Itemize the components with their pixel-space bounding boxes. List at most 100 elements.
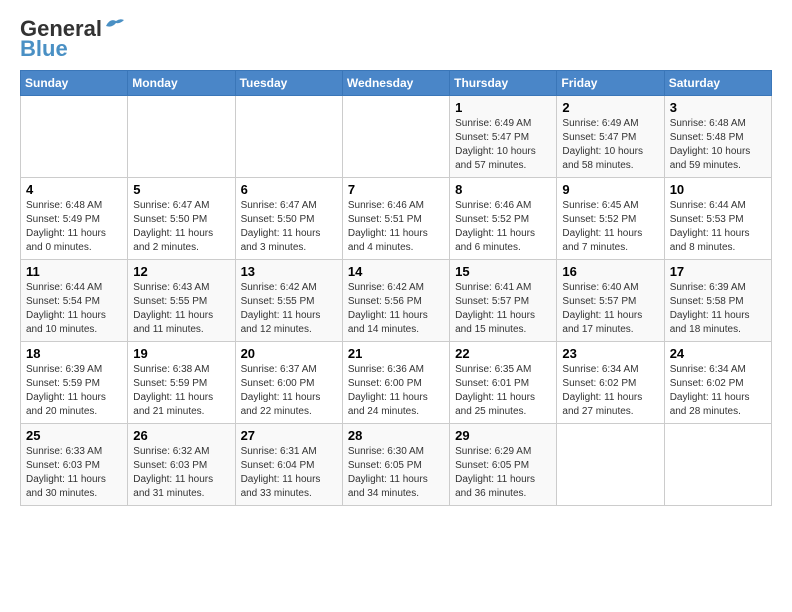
day-info: Sunrise: 6:46 AM Sunset: 5:51 PM Dayligh… (348, 199, 444, 255)
week-row-5: 25 Sunrise: 6:33 AM Sunset: 6:03 PM Dayli… (21, 424, 772, 506)
day-info: Sunrise: 6:39 AM Sunset: 5:58 PM Dayligh… (670, 281, 766, 337)
day-number: 13 (241, 264, 337, 279)
day-cell: 26 Sunrise: 6:32 AM Sunset: 6:03 PM Dayli… (128, 424, 235, 506)
day-info: Sunrise: 6:32 AM Sunset: 6:03 PM Dayligh… (133, 445, 229, 501)
day-cell: 11 Sunrise: 6:44 AM Sunset: 5:54 PM Dayli… (21, 260, 128, 342)
day-info: Sunrise: 6:47 AM Sunset: 5:50 PM Dayligh… (133, 199, 229, 255)
header-cell-sunday: Sunday (21, 71, 128, 96)
day-cell (235, 96, 342, 178)
day-cell: 23 Sunrise: 6:34 AM Sunset: 6:02 PM Dayli… (557, 342, 664, 424)
day-cell (557, 424, 664, 506)
day-number: 28 (348, 428, 444, 443)
day-cell: 1 Sunrise: 6:49 AM Sunset: 5:47 PM Daylig… (450, 96, 557, 178)
header-cell-monday: Monday (128, 71, 235, 96)
calendar-table: SundayMondayTuesdayWednesdayThursdayFrid… (20, 70, 772, 506)
day-cell: 5 Sunrise: 6:47 AM Sunset: 5:50 PM Daylig… (128, 178, 235, 260)
day-number: 8 (455, 182, 551, 197)
day-number: 10 (670, 182, 766, 197)
day-info: Sunrise: 6:48 AM Sunset: 5:49 PM Dayligh… (26, 199, 122, 255)
day-cell: 19 Sunrise: 6:38 AM Sunset: 5:59 PM Dayli… (128, 342, 235, 424)
day-cell: 10Sunrise: 6:44 AM Sunset: 5:53 PM Dayli… (664, 178, 771, 260)
day-info: Sunrise: 6:42 AM Sunset: 5:55 PM Dayligh… (241, 281, 337, 337)
header-row: SundayMondayTuesdayWednesdayThursdayFrid… (21, 71, 772, 96)
day-number: 27 (241, 428, 337, 443)
day-cell: 24Sunrise: 6:34 AM Sunset: 6:02 PM Dayli… (664, 342, 771, 424)
day-cell (664, 424, 771, 506)
calendar-header: SundayMondayTuesdayWednesdayThursdayFrid… (21, 71, 772, 96)
day-info: Sunrise: 6:40 AM Sunset: 5:57 PM Dayligh… (562, 281, 658, 337)
day-number: 6 (241, 182, 337, 197)
day-cell: 13 Sunrise: 6:42 AM Sunset: 5:55 PM Dayli… (235, 260, 342, 342)
day-cell: 9Sunrise: 6:45 AM Sunset: 5:52 PM Daylig… (557, 178, 664, 260)
day-number: 2 (562, 100, 658, 115)
day-info: Sunrise: 6:46 AM Sunset: 5:52 PM Dayligh… (455, 199, 551, 255)
day-cell: 14 Sunrise: 6:42 AM Sunset: 5:56 PM Dayli… (342, 260, 449, 342)
day-info: Sunrise: 6:44 AM Sunset: 5:54 PM Dayligh… (26, 281, 122, 337)
header-cell-wednesday: Wednesday (342, 71, 449, 96)
day-cell: 20 Sunrise: 6:37 AM Sunset: 6:00 PM Dayli… (235, 342, 342, 424)
day-info: Sunrise: 6:37 AM Sunset: 6:00 PM Dayligh… (241, 363, 337, 419)
day-cell: 7 Sunrise: 6:46 AM Sunset: 5:51 PM Daylig… (342, 178, 449, 260)
page: General Blue SundayMondayTuesdayWednesda… (0, 0, 792, 522)
day-info: Sunrise: 6:29 AM Sunset: 6:05 PM Dayligh… (455, 445, 551, 501)
day-info: Sunrise: 6:34 AM Sunset: 6:02 PM Dayligh… (562, 363, 658, 419)
day-number: 25 (26, 428, 122, 443)
day-cell: 6 Sunrise: 6:47 AM Sunset: 5:50 PM Daylig… (235, 178, 342, 260)
day-cell: 4 Sunrise: 6:48 AM Sunset: 5:49 PM Daylig… (21, 178, 128, 260)
header-cell-thursday: Thursday (450, 71, 557, 96)
logo-blue: Blue (20, 36, 68, 62)
day-info: Sunrise: 6:36 AM Sunset: 6:00 PM Dayligh… (348, 363, 444, 419)
header-cell-saturday: Saturday (664, 71, 771, 96)
day-info: Sunrise: 6:42 AM Sunset: 5:56 PM Dayligh… (348, 281, 444, 337)
day-cell: 15 Sunrise: 6:41 AM Sunset: 5:57 PM Dayli… (450, 260, 557, 342)
day-cell: 12Sunrise: 6:43 AM Sunset: 5:55 PM Dayli… (128, 260, 235, 342)
day-number: 26 (133, 428, 229, 443)
day-cell: 18Sunrise: 6:39 AM Sunset: 5:59 PM Dayli… (21, 342, 128, 424)
day-number: 16 (562, 264, 658, 279)
day-cell: 8 Sunrise: 6:46 AM Sunset: 5:52 PM Daylig… (450, 178, 557, 260)
day-number: 14 (348, 264, 444, 279)
day-cell: 27Sunrise: 6:31 AM Sunset: 6:04 PM Dayli… (235, 424, 342, 506)
day-info: Sunrise: 6:38 AM Sunset: 5:59 PM Dayligh… (133, 363, 229, 419)
day-info: Sunrise: 6:43 AM Sunset: 5:55 PM Dayligh… (133, 281, 229, 337)
day-info: Sunrise: 6:49 AM Sunset: 5:47 PM Dayligh… (455, 117, 551, 173)
week-row-2: 4 Sunrise: 6:48 AM Sunset: 5:49 PM Daylig… (21, 178, 772, 260)
day-number: 15 (455, 264, 551, 279)
day-number: 22 (455, 346, 551, 361)
logo: General Blue (20, 16, 126, 62)
day-number: 5 (133, 182, 229, 197)
day-number: 7 (348, 182, 444, 197)
week-row-3: 11 Sunrise: 6:44 AM Sunset: 5:54 PM Dayli… (21, 260, 772, 342)
day-info: Sunrise: 6:34 AM Sunset: 6:02 PM Dayligh… (670, 363, 766, 419)
day-cell: 21Sunrise: 6:36 AM Sunset: 6:00 PM Dayli… (342, 342, 449, 424)
day-number: 17 (670, 264, 766, 279)
day-cell: 28 Sunrise: 6:30 AM Sunset: 6:05 PM Dayli… (342, 424, 449, 506)
day-info: Sunrise: 6:49 AM Sunset: 5:47 PM Dayligh… (562, 117, 658, 173)
day-info: Sunrise: 6:35 AM Sunset: 6:01 PM Dayligh… (455, 363, 551, 419)
week-row-1: 1 Sunrise: 6:49 AM Sunset: 5:47 PM Daylig… (21, 96, 772, 178)
day-number: 23 (562, 346, 658, 361)
day-number: 9 (562, 182, 658, 197)
day-info: Sunrise: 6:41 AM Sunset: 5:57 PM Dayligh… (455, 281, 551, 337)
day-number: 3 (670, 100, 766, 115)
day-number: 18 (26, 346, 122, 361)
day-info: Sunrise: 6:30 AM Sunset: 6:05 PM Dayligh… (348, 445, 444, 501)
day-cell (21, 96, 128, 178)
day-cell: 16 Sunrise: 6:40 AM Sunset: 5:57 PM Dayli… (557, 260, 664, 342)
day-number: 19 (133, 346, 229, 361)
day-info: Sunrise: 6:33 AM Sunset: 6:03 PM Dayligh… (26, 445, 122, 501)
day-cell: 22 Sunrise: 6:35 AM Sunset: 6:01 PM Dayli… (450, 342, 557, 424)
day-number: 11 (26, 264, 122, 279)
day-number: 29 (455, 428, 551, 443)
day-cell (342, 96, 449, 178)
header: General Blue (20, 16, 772, 62)
day-number: 20 (241, 346, 337, 361)
week-row-4: 18Sunrise: 6:39 AM Sunset: 5:59 PM Dayli… (21, 342, 772, 424)
day-number: 4 (26, 182, 122, 197)
day-info: Sunrise: 6:47 AM Sunset: 5:50 PM Dayligh… (241, 199, 337, 255)
header-cell-tuesday: Tuesday (235, 71, 342, 96)
day-cell: 29 Sunrise: 6:29 AM Sunset: 6:05 PM Dayli… (450, 424, 557, 506)
day-number: 1 (455, 100, 551, 115)
day-cell: 17 Sunrise: 6:39 AM Sunset: 5:58 PM Dayli… (664, 260, 771, 342)
day-cell (128, 96, 235, 178)
